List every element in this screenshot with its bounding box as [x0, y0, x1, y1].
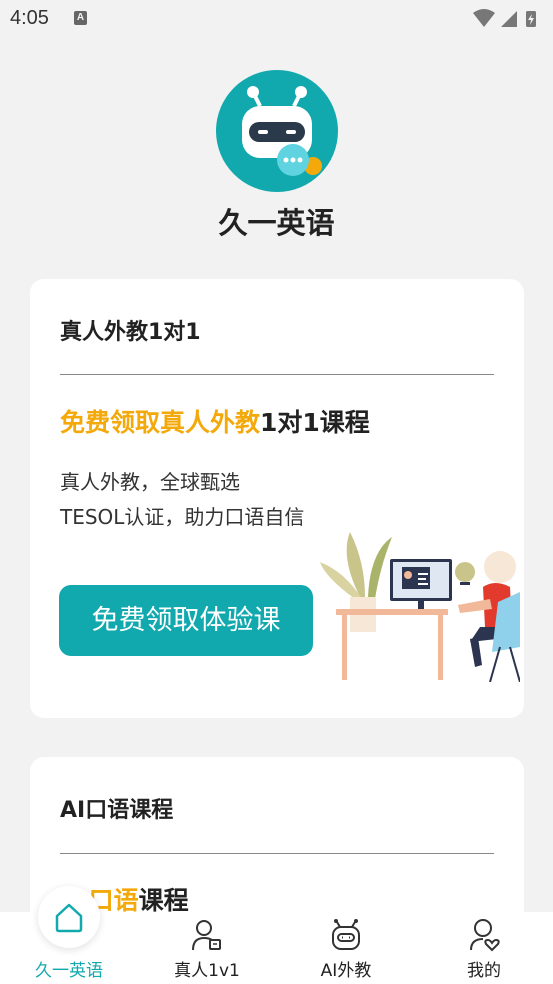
signal-battery-icons — [473, 9, 536, 27]
divider — [60, 853, 494, 854]
card-description: 真人外教，全球甄选 TESOL认证，助力口语自信 — [60, 465, 304, 535]
robot-icon — [332, 919, 360, 950]
home-tab-bubble[interactable] — [38, 886, 100, 948]
tab-label: 真人1v1 — [174, 961, 240, 981]
app-name: 久一英语 — [218, 206, 335, 240]
desc-line: 真人外教，全球甄选 — [60, 470, 240, 494]
headline-rest: 课程 — [138, 886, 189, 915]
card-title: 真人外教1对1 — [60, 320, 201, 345]
wifi-icon — [473, 9, 495, 27]
home-icon — [55, 903, 83, 933]
tab-label: 久一英语 — [35, 961, 103, 981]
robot-logo-icon — [242, 86, 322, 176]
card-title: AI口语课程 — [60, 798, 174, 823]
claim-trial-button[interactable]: 免费领取体验课 — [59, 585, 313, 656]
tab-ai-tutor[interactable]: AI外教 — [277, 912, 415, 984]
tab-live-tutor[interactable]: 真人1v1 — [138, 912, 276, 984]
status-time: 4:05 — [10, 7, 49, 29]
profile-icon — [470, 919, 500, 952]
status-bar: 4:05 A — [0, 0, 553, 38]
desc-line: TESOL认证，助力口语自信 — [60, 505, 305, 529]
tab-label: 我的 — [467, 961, 501, 981]
live-tutor-card[interactable]: 真人外教1对1 免费领取真人外教1对1课程 真人外教，全球甄选 TESOL认证，… — [30, 279, 524, 718]
headline-highlight: 免费领取真人外教 — [60, 408, 261, 437]
tutor-illustration — [320, 532, 520, 682]
app-logo — [216, 70, 338, 192]
tab-label: AI外教 — [320, 961, 372, 981]
divider — [60, 374, 494, 375]
card-headline: 免费领取真人外教1对1课程 — [60, 403, 370, 439]
cellular-icon — [501, 11, 517, 27]
headline-rest: 1对1课程 — [260, 408, 370, 437]
teacher-icon — [192, 920, 221, 951]
tab-profile[interactable]: 我的 — [415, 912, 553, 984]
notification-a-icon: A — [74, 11, 87, 25]
